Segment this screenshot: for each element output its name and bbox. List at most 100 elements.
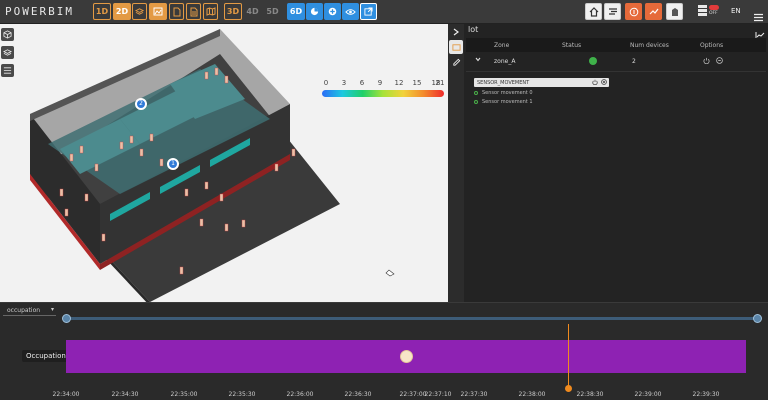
- toggle-label: OFF: [709, 11, 718, 16]
- dim-4d-button[interactable]: 4D: [245, 3, 260, 20]
- sensor-group-label: SENSOR_MOVEMENT: [477, 79, 530, 86]
- playhead-line[interactable]: [568, 324, 569, 387]
- sensor-item[interactable]: Sensor movement 1: [474, 99, 609, 105]
- settings-toggle[interactable]: OFF: [698, 4, 722, 20]
- document-icon[interactable]: [169, 3, 184, 20]
- color-scale-ticks: 0 3 6 9 12 15 18 21: [322, 79, 445, 89]
- event-marker[interactable]: [400, 350, 413, 363]
- chevron-down-icon[interactable]: [475, 57, 481, 64]
- time-tick: 22:36:00: [286, 391, 314, 398]
- image-view-icon[interactable]: [149, 3, 167, 20]
- scale-tick: 12: [394, 79, 404, 87]
- close-icon[interactable]: [601, 79, 607, 87]
- sensor-group: SENSOR_MOVEMENT Sensor movement 0 Sensor…: [474, 78, 609, 105]
- time-tick: 22:34:00: [52, 391, 80, 398]
- panel-toggle-strip: [448, 24, 464, 302]
- track-label: Occupation: [22, 350, 70, 362]
- trend-chart-icon[interactable]: [645, 3, 662, 20]
- time-tick: 22:35:00: [170, 391, 198, 398]
- dim-1d-button[interactable]: 1D: [93, 3, 111, 20]
- eye-icon[interactable]: [342, 3, 359, 20]
- time-tick: 22:37:10: [424, 391, 452, 398]
- dim-2d-button[interactable]: 2D: [113, 3, 131, 20]
- edit-icon[interactable]: [449, 55, 463, 69]
- range-handle-start[interactable]: [62, 314, 71, 323]
- sensor-status-icon: [474, 100, 478, 104]
- column-header-options: Options: [700, 42, 724, 49]
- building-3d-model[interactable]: [0, 24, 448, 302]
- list-icon[interactable]: [1, 64, 14, 77]
- table-header: Zone Status Num devices Options: [466, 38, 766, 52]
- building-icon[interactable]: [666, 3, 683, 20]
- column-header-zone: Zone: [494, 42, 510, 49]
- zone-marker[interactable]: 1: [167, 158, 179, 170]
- time-tick: 22:38:00: [518, 391, 546, 398]
- dim-5d-button[interactable]: 5D: [265, 3, 280, 20]
- chevron-down-icon: ▾: [50, 306, 54, 313]
- sensor-group-header[interactable]: SENSOR_MOVEMENT: [474, 78, 609, 87]
- left-tool-strip: [0, 26, 15, 82]
- cost-icon[interactable]: [625, 3, 642, 20]
- app-logo: POWERBIM: [5, 5, 74, 18]
- cube-icon[interactable]: [1, 28, 14, 41]
- remove-icon[interactable]: [716, 57, 723, 66]
- time-tick: 22:34:30: [111, 391, 139, 398]
- sensor-label: Sensor movement 0: [482, 90, 533, 96]
- time-axis: 22:34:00 22:34:30 22:35:00 22:35:30 22:3…: [0, 391, 768, 400]
- top-toolbar: POWERBIM 1D 2D 3D 4D 5D 6D OFF EN: [0, 0, 768, 24]
- color-scale-bar: [322, 90, 444, 97]
- timeline: occupation ▾ Occupation 22:34:00 22:34:3…: [0, 302, 768, 400]
- metric-select[interactable]: occupation ▾: [3, 306, 56, 316]
- power-icon[interactable]: [592, 79, 598, 87]
- map-icon[interactable]: [203, 3, 218, 20]
- chevron-right-icon[interactable]: [449, 25, 463, 39]
- color-scale-legend: 0 3 6 9 12 15 18 21: [322, 79, 444, 97]
- scale-tick: 9: [377, 79, 383, 87]
- external-link-icon[interactable]: [360, 3, 377, 20]
- server-icon: [698, 5, 707, 17]
- panel-title: lot: [468, 25, 479, 34]
- table-row[interactable]: zone_A 2: [466, 52, 766, 72]
- column-header-status: Status: [562, 42, 582, 49]
- range-handle-end[interactable]: [753, 314, 762, 323]
- sensor-item[interactable]: Sensor movement 0: [474, 90, 609, 96]
- scale-tick: 21: [435, 79, 445, 87]
- time-tick: 22:36:30: [344, 391, 372, 398]
- zones-panel: lot Zone Status Num devices Options zone…: [464, 24, 768, 302]
- add-icon[interactable]: [324, 3, 341, 20]
- zones-table: Zone Status Num devices Options zone_A 2: [466, 38, 766, 72]
- zone-name: zone_A: [494, 58, 516, 65]
- 3d-viewport[interactable]: 2 1 0 3 6 9 12 15 18 21: [0, 24, 448, 302]
- cursor-hand-icon: [385, 262, 395, 277]
- status-online-icon: [589, 57, 597, 65]
- home-icon[interactable]: [585, 3, 602, 20]
- file-icon[interactable]: [186, 3, 201, 20]
- scale-tick: 6: [359, 79, 365, 87]
- column-header-num-devices: Num devices: [630, 42, 669, 49]
- toggle-switch[interactable]: [709, 5, 719, 10]
- num-devices: 2: [632, 58, 636, 65]
- list-view-icon[interactable]: [604, 3, 621, 20]
- pie-chart-icon[interactable]: [306, 3, 323, 20]
- time-tick: 22:35:30: [228, 391, 256, 398]
- time-tick: 22:39:00: [634, 391, 662, 398]
- language-selector[interactable]: EN: [731, 7, 741, 15]
- power-icon[interactable]: [703, 57, 710, 66]
- scale-tick: 0: [323, 79, 329, 87]
- scale-tick: 15: [412, 79, 422, 87]
- zone-marker[interactable]: 2: [135, 98, 147, 110]
- layers-icon[interactable]: [132, 3, 147, 20]
- menu-icon[interactable]: [754, 7, 763, 22]
- time-range-slider[interactable]: [62, 314, 762, 323]
- time-tick: 22:37:30: [460, 391, 488, 398]
- range-track: [66, 317, 758, 320]
- metric-select-value: occupation: [7, 307, 41, 314]
- zone-tab-icon[interactable]: [449, 40, 463, 54]
- sensor-label: Sensor movement 1: [482, 99, 533, 105]
- dim-6d-button[interactable]: 6D: [287, 3, 305, 20]
- dim-3d-button[interactable]: 3D: [224, 3, 242, 20]
- time-tick: 22:39:30: [692, 391, 720, 398]
- time-tick: 22:37:00: [399, 391, 427, 398]
- layers-stack-icon[interactable]: [1, 46, 14, 59]
- sensor-status-icon: [474, 91, 478, 95]
